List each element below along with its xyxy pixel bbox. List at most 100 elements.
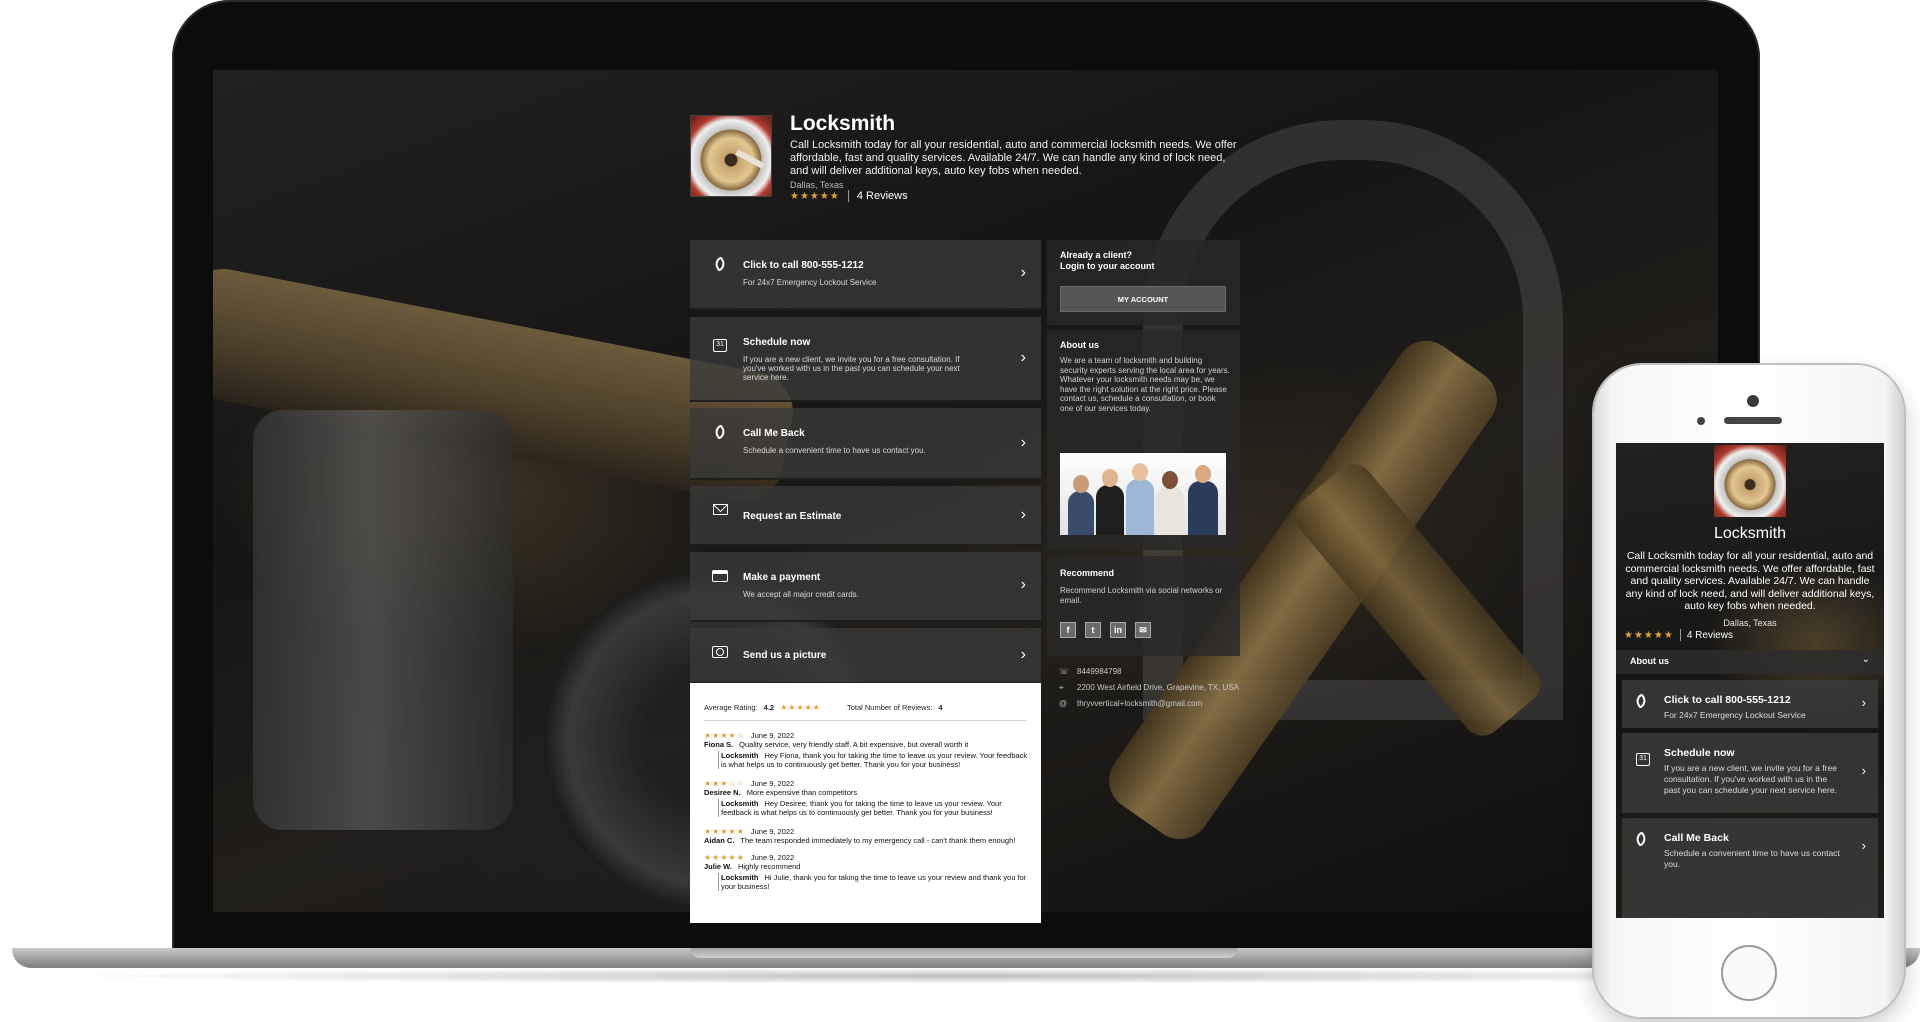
phone-sensor bbox=[1697, 417, 1705, 425]
review-item: ★★★☆☆ June 9, 2022 Desiree N. More expensi… bbox=[704, 779, 1029, 817]
phone-icon: ☏ bbox=[1059, 667, 1070, 676]
review-responder: Locksmith bbox=[721, 799, 759, 808]
rating-stars: ★★★★★ bbox=[790, 190, 840, 202]
callback-icon bbox=[712, 424, 728, 440]
recommend-text: Recommend Locksmith via social networks … bbox=[1060, 586, 1223, 605]
contact-address[interactable]: 2200 West Airfield Drive, Grapevine, TX,… bbox=[1077, 683, 1239, 693]
mobile-call-card[interactable]: Click to call 800-555-1212 For 24x7 Emer… bbox=[1622, 680, 1878, 728]
laptop-opening-notch bbox=[690, 948, 1238, 958]
home-button[interactable] bbox=[1721, 945, 1777, 1001]
rating-summary[interactable]: ★★★★★ 4 Reviews bbox=[790, 190, 908, 202]
review-response: Hi Julie, thank you for taking the time … bbox=[721, 873, 1027, 891]
schedule-action-title: Schedule now bbox=[743, 337, 811, 348]
mobile-rating-stars: ★★★★★ bbox=[1624, 629, 1674, 641]
review-responder: Locksmith bbox=[721, 873, 759, 882]
estimate-action-card[interactable]: Request an Estimate › bbox=[690, 486, 1041, 546]
reviews-panel: Average Rating: 4.2 ★★★★★ Total Number o… bbox=[690, 683, 1041, 923]
callback-action-title: Call Me Back bbox=[743, 428, 805, 439]
calendar-icon: 31 bbox=[712, 335, 728, 352]
review-author: Fiona S. bbox=[704, 740, 734, 749]
payment-action-subtitle: We accept all major credit cards. bbox=[743, 590, 859, 599]
mobile-schedule-card[interactable]: 31 Schedule now If you are a new client,… bbox=[1622, 733, 1878, 813]
chevron-down-icon: ⌄ bbox=[1861, 654, 1870, 665]
average-rating-stars: ★★★★★ bbox=[780, 703, 821, 712]
mobile-business-location: Dallas, Texas bbox=[1723, 618, 1777, 628]
mobile-reviews-link[interactable]: 4 Reviews bbox=[1687, 630, 1733, 641]
chevron-right-icon: › bbox=[1020, 349, 1026, 366]
review-text: More expensive than competitors bbox=[746, 788, 858, 797]
account-login-text: Login to your account bbox=[1060, 261, 1155, 271]
schedule-action-card[interactable]: 31 Schedule now If you are a new client,… bbox=[690, 317, 1041, 402]
business-description: Call Locksmith today for all your reside… bbox=[790, 139, 1237, 177]
phone-icon bbox=[1633, 693, 1649, 712]
payment-action-title: Make a payment bbox=[743, 572, 821, 583]
mobile-callback-title: Call Me Back bbox=[1664, 832, 1729, 844]
linkedin-icon[interactable]: in bbox=[1110, 622, 1126, 638]
review-item: ★★★★★ June 9, 2022 Julie W. Highly recomme… bbox=[704, 853, 1029, 891]
at-sign-icon: @ bbox=[1059, 699, 1068, 708]
schedule-action-subtitle: If you are a new client, we invite you f… bbox=[743, 355, 960, 382]
review-stars: ★★★★☆ bbox=[704, 731, 745, 740]
about-text: We are a team of locksmith and building … bbox=[1060, 356, 1230, 413]
rating-divider bbox=[847, 190, 849, 202]
reviews-link[interactable]: 4 Reviews bbox=[857, 190, 908, 202]
recommend-title: Recommend bbox=[1060, 568, 1115, 578]
picture-action-title: Send us a picture bbox=[743, 650, 827, 661]
average-rating-label: Average Rating: bbox=[704, 703, 758, 712]
account-prompt: Already a client? bbox=[1060, 250, 1133, 260]
mobile-rating-summary[interactable]: ★★★★★ 4 Reviews bbox=[1624, 629, 1733, 641]
credit-card-icon bbox=[712, 570, 728, 584]
mobile-callback-card[interactable]: Call Me Back Schedule a convenient time … bbox=[1622, 818, 1878, 918]
business-header: Locksmith Call Locksmith today for all y… bbox=[690, 112, 1240, 205]
phone-speaker bbox=[1724, 417, 1782, 424]
facebook-icon[interactable]: f bbox=[1060, 622, 1076, 638]
business-location: Dallas, Texas bbox=[790, 180, 844, 190]
mobile-schedule-subtitle: If you are a new client, we invite you f… bbox=[1664, 763, 1837, 795]
my-account-button[interactable]: MY ACCOUNT bbox=[1060, 286, 1226, 312]
twitter-icon[interactable]: t bbox=[1085, 622, 1101, 638]
contact-email[interactable]: thryvvertical+locksmith@gmail.com bbox=[1077, 699, 1202, 709]
contact-phone[interactable]: 8449984798 bbox=[1077, 667, 1122, 677]
call-action-card[interactable]: Click to call 800-555-1212 For 24x7 Emer… bbox=[690, 240, 1041, 310]
average-rating-value: 4.2 bbox=[763, 703, 775, 712]
marketing-composite: Locksmith Call Locksmith today for all y… bbox=[0, 0, 1920, 1022]
review-author: Desiree N. bbox=[704, 788, 741, 797]
review-text: The team responded immediately to my eme… bbox=[740, 836, 1016, 845]
review-response: Hey Fiona, thank you for taking the time… bbox=[721, 751, 1028, 769]
chevron-right-icon: › bbox=[1861, 763, 1866, 778]
calendar-icon: 31 bbox=[1636, 747, 1650, 766]
review-text: Quality service, very friendly staff. A … bbox=[739, 740, 969, 749]
review-stars: ★★★★★ bbox=[704, 827, 745, 836]
call-action-title: Click to call 800-555-1212 bbox=[743, 260, 864, 271]
chevron-right-icon: › bbox=[1020, 264, 1026, 281]
mobile-about-label: About us bbox=[1630, 656, 1669, 666]
chevron-right-icon: › bbox=[1020, 434, 1026, 451]
mobile-business-title: Locksmith bbox=[1713, 525, 1787, 542]
call-action-subtitle: For 24x7 Emergency Lockout Service bbox=[743, 278, 877, 287]
review-text: Highly recommend bbox=[737, 862, 801, 871]
chevron-right-icon: › bbox=[1861, 838, 1866, 853]
contact-info: ☏ 8449984798 ⌖ 2200 West Airfield Drive, G… bbox=[1059, 667, 1249, 715]
callback-action-subtitle: Schedule a convenient time to have us co… bbox=[743, 446, 926, 455]
review-date: June 9, 2022 bbox=[750, 731, 795, 740]
location-pin-icon: ⌖ bbox=[1059, 683, 1064, 692]
email-share-icon[interactable]: ✉ bbox=[1135, 622, 1151, 638]
mobile-screen: Locksmith Call Locksmith today for all y… bbox=[1616, 443, 1884, 918]
total-reviews-value: 4 bbox=[938, 703, 943, 712]
review-stars: ★★★☆☆ bbox=[704, 779, 745, 788]
mobile-call-subtitle: For 24x7 Emergency Lockout Service bbox=[1664, 710, 1806, 720]
payment-action-card[interactable]: Make a payment We accept all major credi… bbox=[690, 552, 1041, 622]
envelope-icon bbox=[712, 504, 728, 518]
picture-action-card[interactable]: Send us a picture › bbox=[690, 628, 1041, 684]
mobile-callback-subtitle: Schedule a convenient time to have us co… bbox=[1664, 848, 1840, 869]
review-divider bbox=[704, 720, 1027, 721]
callback-icon bbox=[1633, 831, 1649, 850]
chevron-right-icon: › bbox=[1020, 506, 1026, 523]
callback-action-card[interactable]: Call Me Back Schedule a convenient time … bbox=[690, 408, 1041, 480]
mobile-about-dropdown[interactable]: About us ⌄ bbox=[1616, 650, 1884, 674]
phone-camera bbox=[1747, 395, 1759, 407]
review-response: Hey Desiree, thank you for taking the ti… bbox=[721, 799, 1002, 817]
social-icons: f t in ✉ bbox=[1060, 622, 1151, 638]
chevron-right-icon: › bbox=[1020, 576, 1026, 593]
total-reviews-label: Total Number of Reviews: bbox=[846, 703, 933, 712]
